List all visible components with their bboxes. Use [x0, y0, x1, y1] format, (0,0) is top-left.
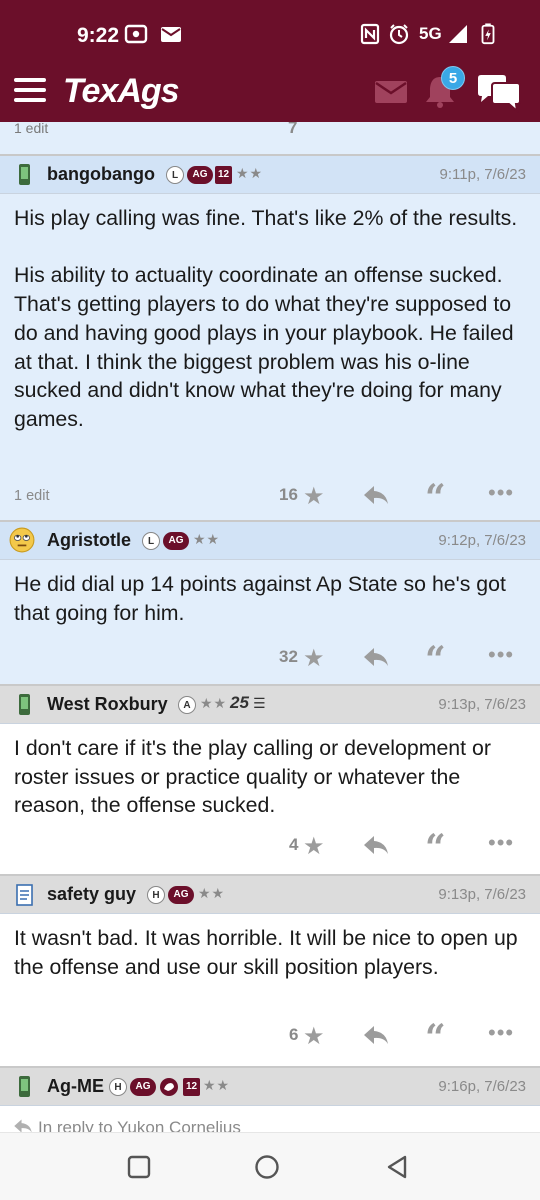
previous-post-footer: 1 edit 7 [0, 122, 540, 156]
reply-arrow-icon[interactable] [362, 834, 390, 856]
more-dots-icon[interactable]: ••• [488, 642, 514, 668]
post-body: He did dial up 14 points against Ap Stat… [14, 572, 512, 625]
more-dots-icon[interactable]: ••• [488, 1020, 514, 1046]
post-body: I don't care if it's the play calling or… [14, 736, 497, 818]
username[interactable]: Ag-ME [47, 1076, 104, 1097]
tag-ag-badge: AG [187, 166, 213, 184]
username[interactable]: Agristotle [47, 530, 131, 551]
star-count: 7 [288, 122, 298, 137]
tag-h-badge: H [147, 886, 165, 904]
reply-arrow-icon [14, 1119, 32, 1132]
timestamp: 9:11p, 7/6/23 [439, 166, 526, 183]
post-bangobango: bangobango L AG 12 ★★ 9:11p, 7/6/23 His … [0, 156, 540, 522]
post-body: It wasn't bad. It was horrible. It will … [14, 926, 524, 979]
quote-icon[interactable]: “ [425, 827, 446, 869]
reply-arrow-icon[interactable] [362, 484, 390, 506]
user-stars: ★★ [236, 165, 264, 181]
home-button-icon[interactable] [254, 1154, 280, 1180]
app-bar: TexAgs 5 [0, 66, 540, 122]
hamburger-icon[interactable] [14, 76, 48, 106]
star-icon[interactable]: ★ [303, 482, 325, 511]
post-header: Agristotle L AG ★★ 9:12p, 7/6/23 [0, 522, 540, 560]
tag-h-badge: H [109, 1078, 127, 1096]
nfc-icon [360, 23, 380, 45]
post-body: His play calling was fine. That's like 2… [14, 206, 518, 431]
reply-arrow-icon[interactable] [362, 646, 390, 668]
recents-button-icon[interactable] [127, 1155, 151, 1179]
alarm-icon [389, 24, 409, 45]
post-header: West Roxbury A ★★ 25 ☰ 9:13p, 7/6/23 [0, 686, 540, 724]
post-footer: 6 ★ “ ••• [0, 1010, 540, 1062]
chat-icon[interactable] [476, 74, 522, 114]
post-footer: 4 ★ “ ••• [0, 820, 540, 872]
battery-icon [481, 23, 495, 45]
more-dots-icon[interactable]: ••• [488, 480, 514, 506]
status-time: 9:22 [77, 24, 120, 47]
user-stars: ★★ [203, 1077, 231, 1093]
reply-to-row: In reply to Yukon Cornelius [0, 1106, 540, 1132]
phone-icon [19, 164, 30, 185]
texags-logo[interactable]: TexAgs [63, 72, 180, 111]
post-ag-me: Ag-ME H AG 12 ★★ 9:16p, 7/6/23 In reply … [0, 1068, 540, 1132]
post-agristotle: Agristotle L AG ★★ 9:12p, 7/6/23 He did … [0, 522, 540, 684]
tag-a-badge: A [178, 696, 196, 714]
post-header: bangobango L AG 12 ★★ 9:11p, 7/6/23 [0, 156, 540, 194]
tag-l-badge: L [166, 166, 184, 184]
tag-l-badge: L [142, 532, 160, 550]
post-header: Ag-ME H AG 12 ★★ 9:16p, 7/6/23 [0, 1068, 540, 1106]
email-notification-icon [161, 27, 181, 42]
screen-record-icon [124, 24, 148, 44]
user-stars: ★★ [200, 695, 228, 711]
more-dots-icon[interactable]: ••• [488, 830, 514, 856]
twenty-five-badge-lines: ☰ [253, 695, 266, 711]
post-safety-guy: safety guy H AG ★★ 9:13p, 7/6/23 It wasn… [0, 876, 540, 1066]
twelfth-man-badge: 12 [183, 1078, 200, 1096]
star-count: 16 [279, 485, 298, 504]
edit-note[interactable]: 1 edit [14, 488, 49, 504]
phone-icon [19, 1076, 30, 1097]
status-bar: 9:22 5G [0, 0, 540, 66]
star-icon[interactable]: ★ [303, 644, 325, 673]
notepad-icon [16, 884, 33, 906]
mail-icon[interactable] [374, 80, 408, 104]
star-count: 32 [279, 647, 298, 666]
twenty-five-badge: 25 [230, 693, 249, 712]
star-icon[interactable]: ★ [303, 832, 325, 861]
edit-note: 1 edit [14, 122, 49, 136]
tag-ag-badge: AG [163, 532, 189, 550]
timestamp: 9:16p, 7/6/23 [438, 1078, 526, 1095]
quote-icon[interactable]: “ [425, 477, 446, 519]
thread-content[interactable]: 1 edit 7 bangobango L AG 12 ★★ 9:11p, 7/… [0, 122, 540, 1132]
username[interactable]: bangobango [47, 164, 155, 185]
reply-arrow-icon[interactable] [362, 1024, 390, 1046]
phone-icon [19, 694, 30, 715]
post-west-roxbury: West Roxbury A ★★ 25 ☰ 9:13p, 7/6/23 I d… [0, 686, 540, 876]
reply-to-link[interactable]: In reply to Yukon Cornelius [38, 1118, 241, 1132]
timestamp: 9:13p, 7/6/23 [438, 696, 526, 713]
rolling-eyes-emoji-icon [9, 527, 35, 553]
username[interactable]: West Roxbury [47, 694, 168, 715]
post-footer: 1 edit 16 ★ “ ••• [0, 470, 540, 522]
back-button-icon[interactable] [385, 1154, 409, 1180]
post-footer: 32 ★ “ ••• [0, 632, 540, 684]
quote-icon[interactable]: “ [425, 1017, 446, 1059]
notification-count-badge[interactable]: 5 [441, 66, 465, 90]
user-stars: ★★ [198, 885, 226, 901]
tag-ag-badge: AG [130, 1078, 156, 1096]
user-stars: ★★ [193, 531, 221, 547]
star-icon[interactable]: ★ [303, 1022, 325, 1051]
timestamp: 9:13p, 7/6/23 [438, 886, 526, 903]
star-count: 6 [289, 1025, 299, 1044]
reveille-dog-icon [160, 1078, 178, 1096]
tag-ag-badge: AG [168, 886, 194, 904]
network-type: 5G [419, 24, 442, 43]
twelfth-man-badge: 12 [215, 166, 232, 184]
username[interactable]: safety guy [47, 884, 136, 905]
signal-icon [449, 25, 467, 43]
quote-icon[interactable]: “ [425, 639, 446, 681]
system-nav-bar [0, 1132, 540, 1200]
post-header: safety guy H AG ★★ 9:13p, 7/6/23 [0, 876, 540, 914]
star-count: 4 [289, 835, 299, 854]
timestamp: 9:12p, 7/6/23 [438, 532, 526, 549]
